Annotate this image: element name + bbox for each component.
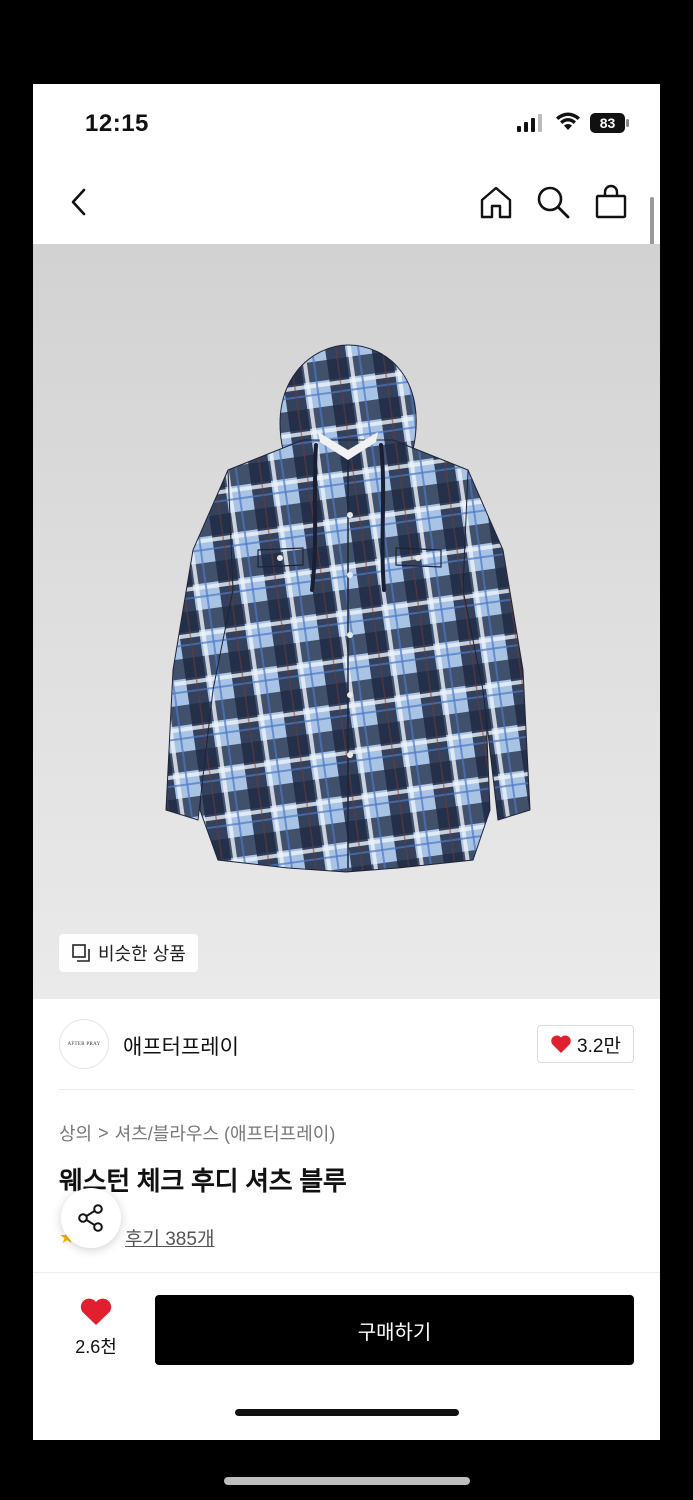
bottom-action-bar: 2.6천 구매하기 bbox=[33, 1272, 660, 1440]
divider bbox=[59, 1089, 634, 1090]
cart-button[interactable] bbox=[590, 181, 632, 223]
status-bar: 12:15 83 bbox=[33, 84, 660, 164]
brand-like-button[interactable]: 3.2만 bbox=[537, 1025, 634, 1063]
product-photo bbox=[165, 344, 531, 873]
status-time: 12:15 bbox=[85, 110, 149, 137]
heart-icon bbox=[551, 1035, 571, 1053]
battery-icon: 83 bbox=[590, 113, 629, 133]
outer-scrollbar bbox=[224, 1477, 470, 1485]
brand-logo[interactable]: AFTER PRAY bbox=[59, 1019, 109, 1069]
wifi-icon bbox=[556, 112, 580, 130]
phone-screen: 12:15 83 비슷한 상품 AFTER PRAY 애프터프레이 3.2만 상… bbox=[33, 84, 660, 1440]
breadcrumb-separator: > bbox=[98, 1122, 109, 1143]
search-icon bbox=[537, 186, 570, 219]
breadcrumb-subcategory[interactable]: 셔츠/블라우스 (애프터프레이) bbox=[115, 1120, 336, 1146]
brand-name[interactable]: 애프터프레이 bbox=[123, 1031, 239, 1061]
breadcrumb-category[interactable]: 상의 bbox=[59, 1120, 92, 1146]
nav-bar bbox=[33, 164, 660, 244]
share-button[interactable] bbox=[61, 1188, 121, 1248]
brand-logo-text: AFTER PRAY bbox=[67, 1041, 101, 1047]
chevron-left-icon bbox=[71, 188, 86, 216]
search-button[interactable] bbox=[532, 181, 574, 223]
battery-level: 83 bbox=[600, 115, 616, 131]
product-like-button[interactable]: 2.6천 bbox=[61, 1297, 131, 1359]
similar-products-label: 비슷한 상품 bbox=[98, 944, 186, 964]
product-like-count: 2.6천 bbox=[75, 1337, 117, 1357]
reviews-link[interactable]: 후기 385개 bbox=[125, 1224, 214, 1251]
brand-like-count: 3.2만 bbox=[577, 1035, 621, 1057]
brand-row[interactable]: AFTER PRAY 애프터프레이 3.2만 bbox=[59, 1019, 634, 1071]
breadcrumb: 상의 > 셔츠/블라우스 (애프터프레이) bbox=[59, 1120, 335, 1146]
product-image[interactable]: 비슷한 상품 bbox=[33, 244, 660, 999]
share-icon bbox=[78, 1204, 103, 1232]
similar-items-icon bbox=[72, 944, 90, 962]
similar-products-button[interactable]: 비슷한 상품 bbox=[59, 934, 198, 972]
home-icon bbox=[480, 186, 512, 219]
home-indicator bbox=[235, 1409, 459, 1416]
shopping-bag-icon bbox=[595, 184, 627, 219]
cellular-signal-icon bbox=[517, 114, 542, 132]
back-button[interactable] bbox=[58, 181, 100, 223]
buy-button[interactable]: 구매하기 bbox=[155, 1295, 634, 1365]
home-button[interactable] bbox=[475, 181, 517, 223]
heart-filled-icon bbox=[80, 1298, 112, 1325]
